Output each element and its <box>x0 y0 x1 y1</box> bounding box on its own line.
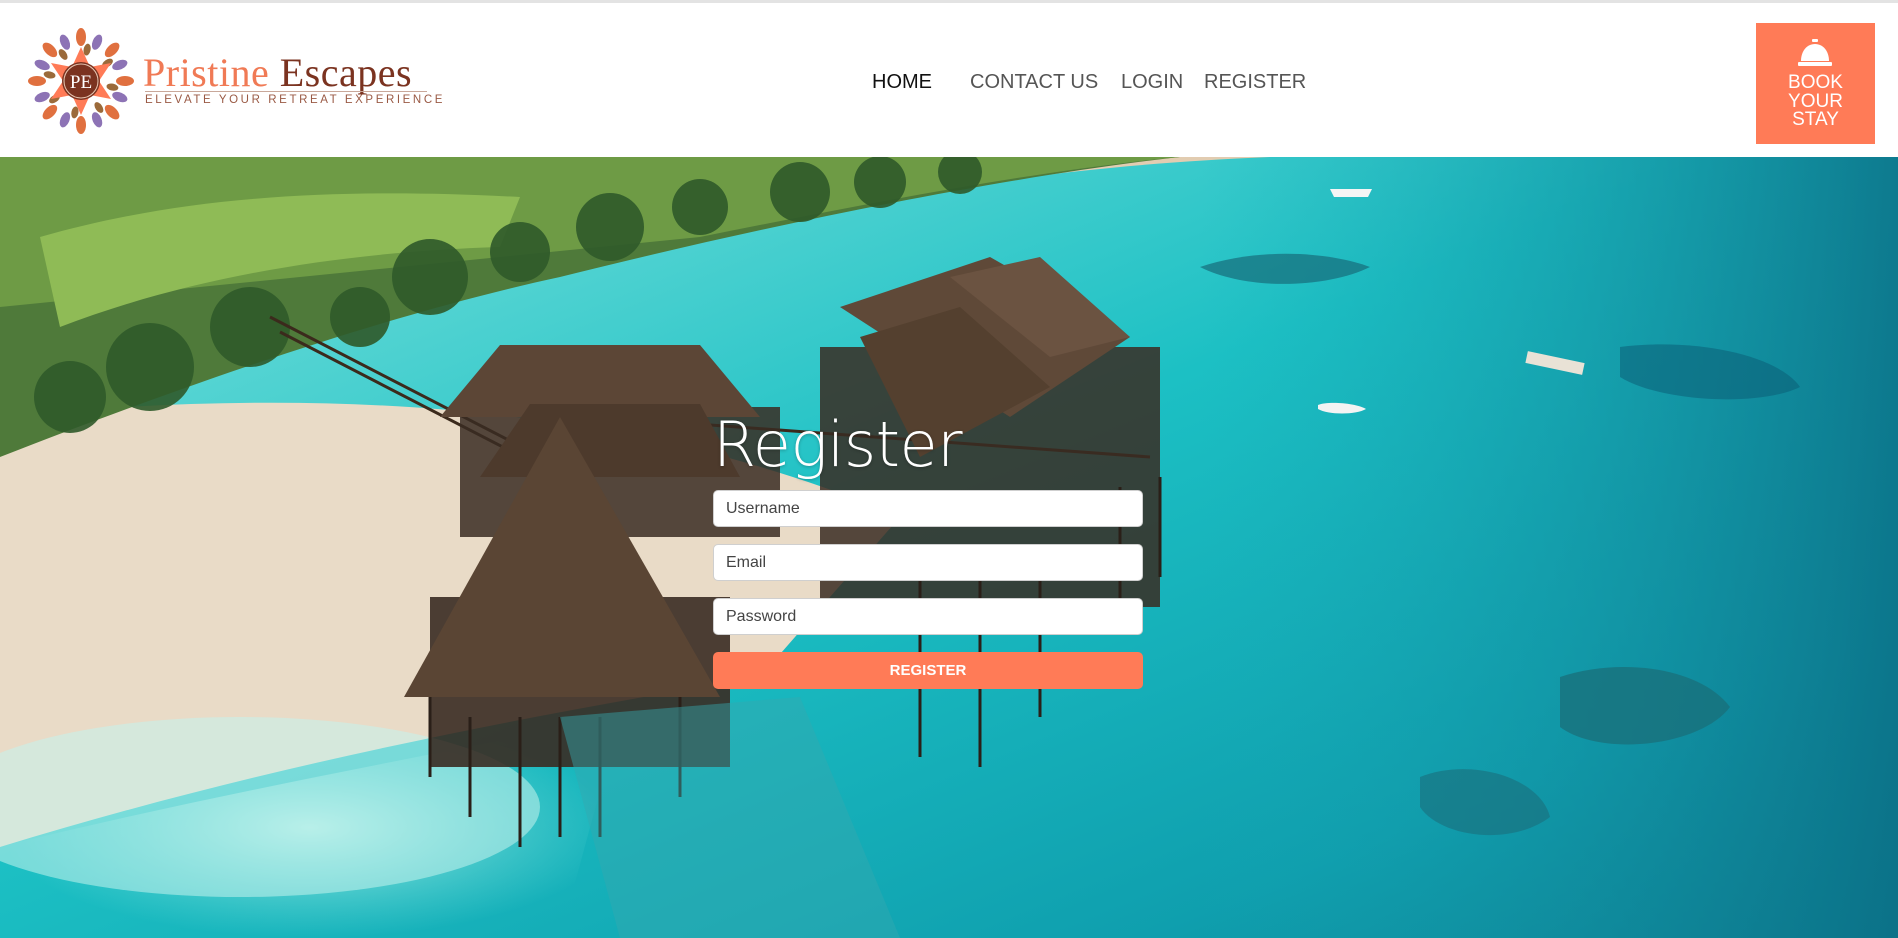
brand-name: Pristine Escapes <box>143 49 412 96</box>
brand-logo-link[interactable]: PE Pristine Escapes ELEVATE YOUR RETREAT… <box>27 27 447 137</box>
nav-register[interactable]: REGISTER <box>1204 71 1306 94</box>
brand-tagline: ELEVATE YOUR RETREAT EXPERIENCE <box>145 94 446 106</box>
service-bell-icon <box>1798 39 1832 66</box>
register-submit-button[interactable]: REGISTER <box>713 652 1143 689</box>
book-your-stay-button[interactable]: BOOK YOUR STAY <box>1756 23 1875 144</box>
password-input[interactable] <box>713 598 1143 635</box>
brand-mandala-icon: PE <box>28 28 134 134</box>
nav-contact-us[interactable]: CONTACT US <box>970 71 1098 94</box>
hero-background: Register REGISTER <box>0 157 1898 938</box>
brand-divider <box>145 91 427 92</box>
email-input[interactable] <box>713 544 1143 581</box>
register-title: Register <box>713 408 963 481</box>
register-form: Register REGISTER <box>713 410 1145 689</box>
brand-name-first: Pristine <box>143 50 270 95</box>
brand-monogram: PE <box>70 72 92 93</box>
book-your-stay-label: BOOK YOUR STAY <box>1788 72 1843 130</box>
brand-name-second: Escapes <box>279 50 413 95</box>
nav-login[interactable]: LOGIN <box>1121 71 1183 94</box>
username-input[interactable] <box>713 490 1143 527</box>
site-header: PE Pristine Escapes ELEVATE YOUR RETREAT… <box>0 3 1898 157</box>
nav-home[interactable]: HOME <box>872 71 932 94</box>
